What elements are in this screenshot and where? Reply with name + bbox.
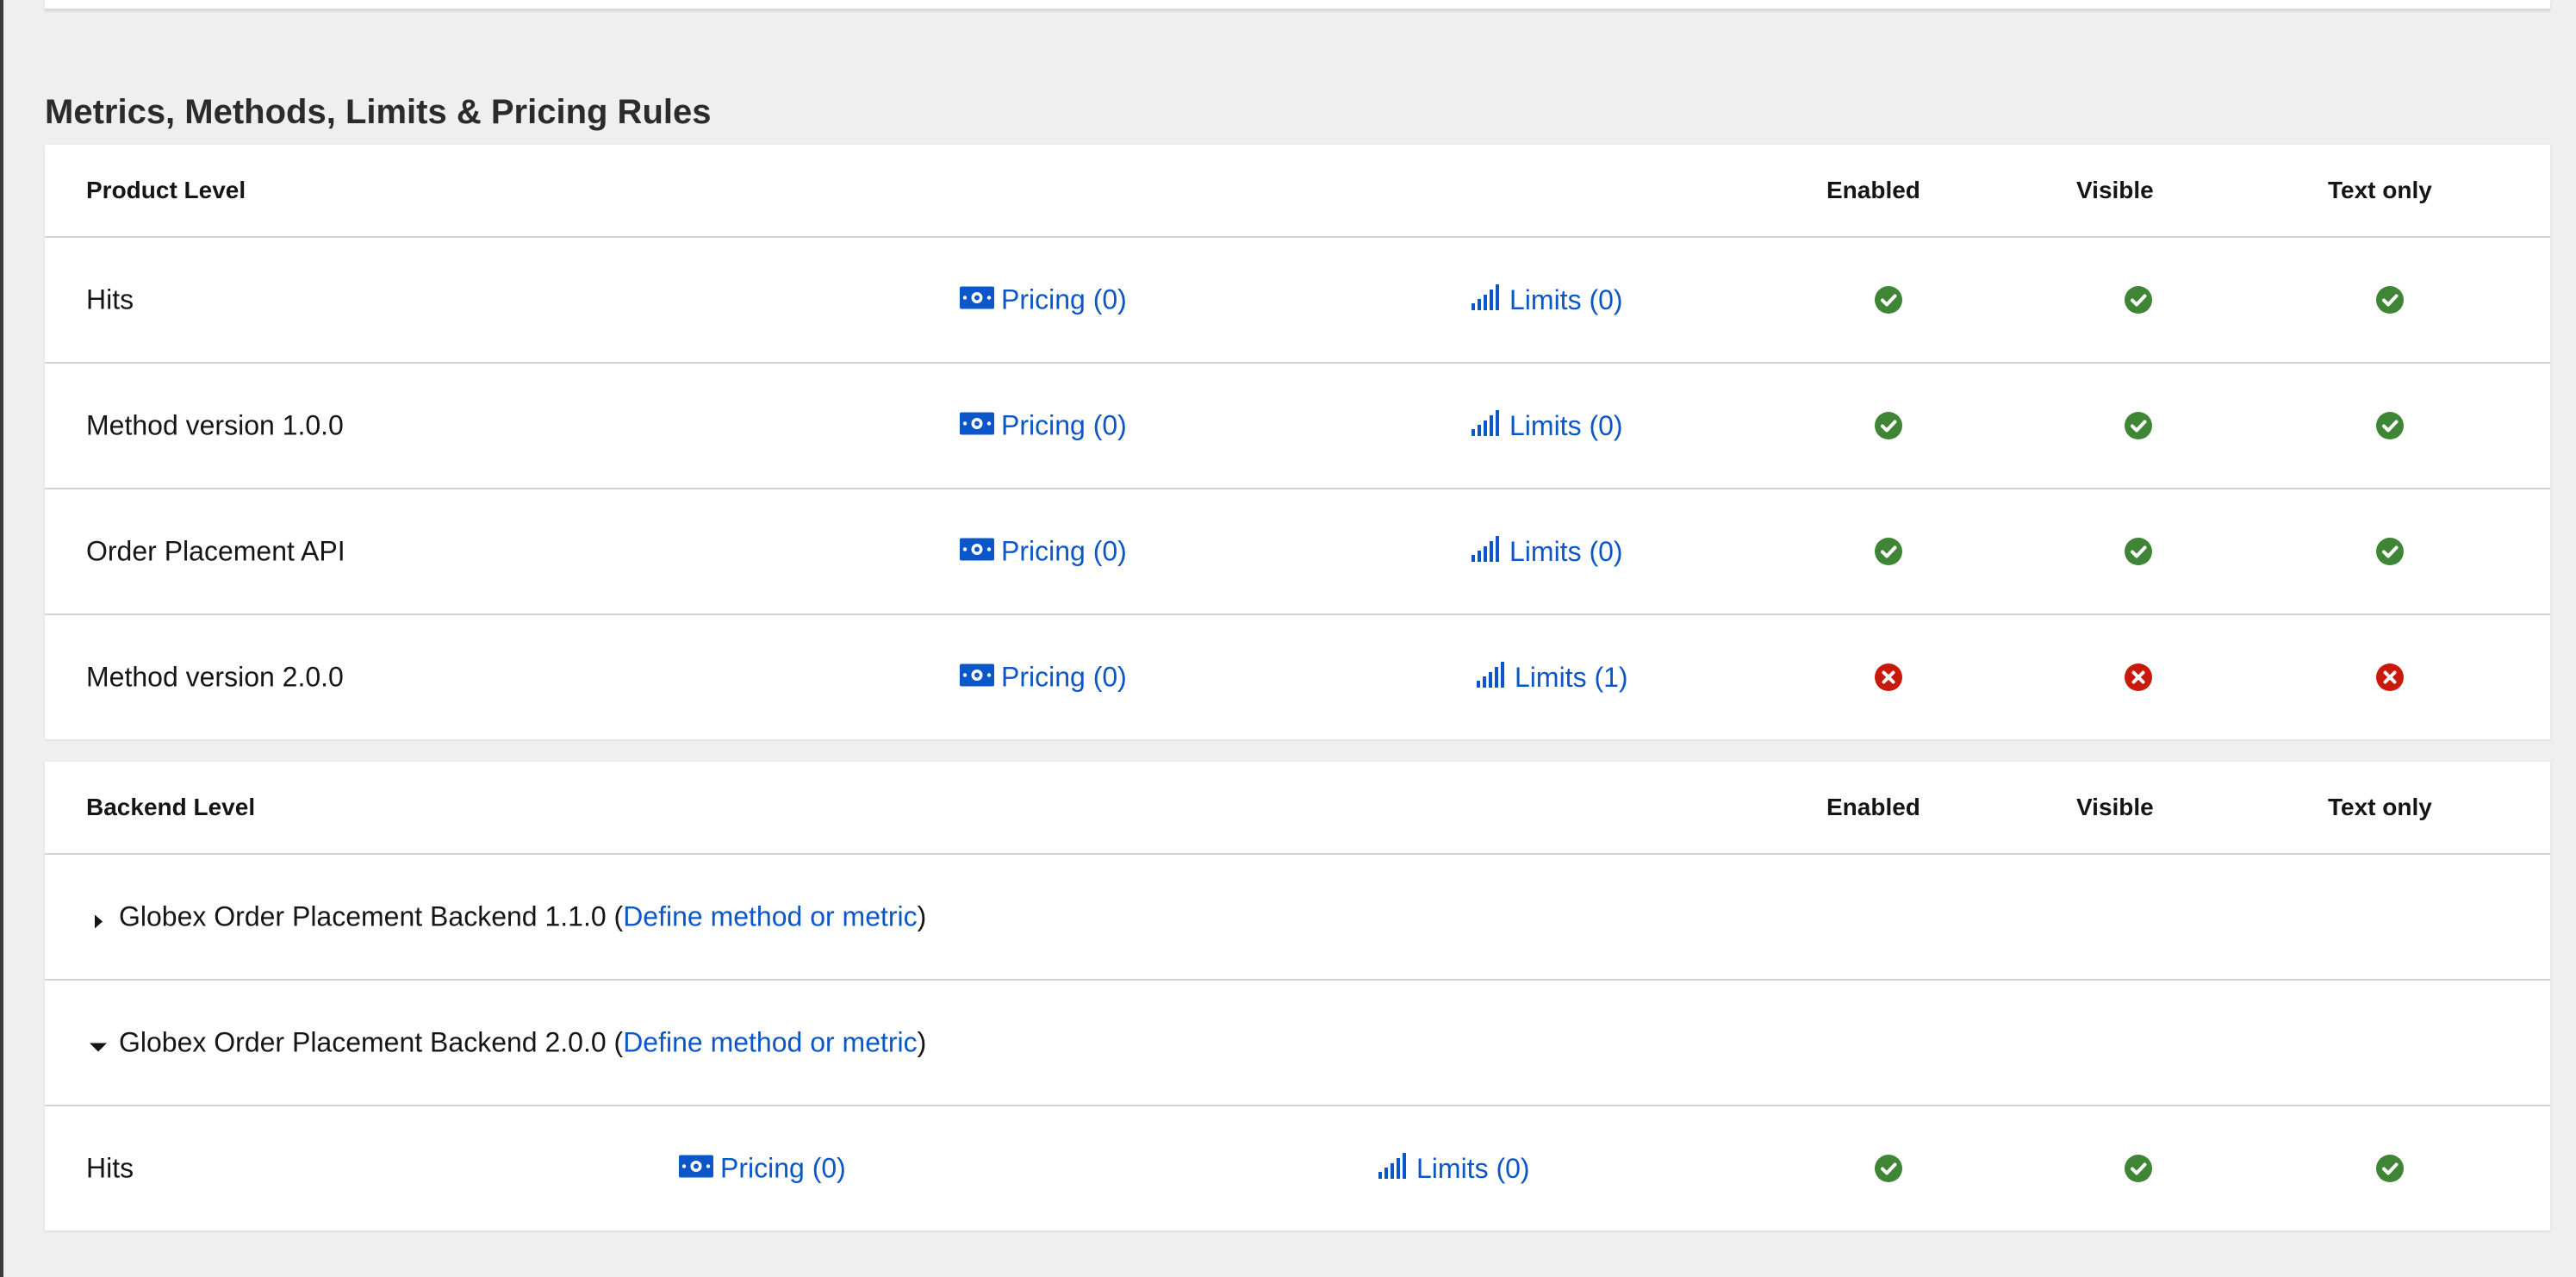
limits-label: Limits (0) bbox=[1509, 535, 1623, 567]
backend-name: Globex Order Placement Backend 1.1.0 bbox=[119, 900, 607, 932]
visible-column-header: Visible bbox=[2076, 177, 2154, 203]
check-circle-icon bbox=[2376, 286, 2404, 314]
check-circle-icon bbox=[2125, 412, 2152, 439]
method-name: Method version 2.0.0 bbox=[86, 661, 344, 693]
limits-link[interactable]: Limits (0) bbox=[1472, 283, 1623, 317]
check-circle-icon bbox=[1875, 286, 1902, 314]
limits-link[interactable]: Limits (0) bbox=[1472, 534, 1623, 569]
money-bill-icon bbox=[679, 1153, 713, 1185]
times-circle-icon bbox=[1875, 663, 1902, 691]
check-circle-icon bbox=[2125, 538, 2152, 565]
check-circle-icon bbox=[2125, 286, 2152, 314]
metric-name: Hits bbox=[86, 1152, 134, 1184]
limits-label: Limits (1) bbox=[1515, 661, 1628, 693]
text-only-column-header: Text only bbox=[2328, 794, 2432, 820]
backend-group-row: Globex Order Placement Backend 1.1.0 (De… bbox=[45, 855, 2550, 981]
text-only-column-header: Text only bbox=[2328, 177, 2432, 203]
check-circle-icon bbox=[2376, 538, 2404, 565]
limits-label: Limits (0) bbox=[1416, 1152, 1530, 1184]
pricing-label: Pricing (0) bbox=[1001, 535, 1127, 567]
method-name: Order Placement API bbox=[86, 535, 345, 567]
money-bill-icon bbox=[960, 410, 994, 442]
check-circle-icon bbox=[2125, 1155, 2152, 1182]
table-row: Hits Pricing (0) Limits (0) bbox=[45, 1106, 2550, 1230]
table-row: Hits Pricing (0) Limits (0) bbox=[45, 238, 2550, 364]
pricing-label: Pricing (0) bbox=[720, 1152, 846, 1184]
limits-link[interactable]: Limits (1) bbox=[1477, 660, 1628, 695]
window-left-edge bbox=[0, 0, 3, 1277]
caret-right-icon[interactable] bbox=[88, 906, 109, 928]
previous-card-bottom bbox=[45, 0, 2550, 9]
close-paren: ) bbox=[917, 900, 927, 932]
backend-name: Globex Order Placement Backend 2.0.0 bbox=[119, 1026, 607, 1058]
money-bill-icon bbox=[960, 536, 994, 568]
caret-down-icon[interactable] bbox=[88, 1032, 109, 1053]
pricing-label: Pricing (0) bbox=[1001, 409, 1127, 441]
money-bill-icon bbox=[960, 284, 994, 316]
signal-bars-icon bbox=[1378, 1151, 1409, 1186]
limits-link[interactable]: Limits (0) bbox=[1472, 408, 1623, 443]
signal-bars-icon bbox=[1472, 283, 1503, 317]
define-method-or-metric-link[interactable]: Define method or metric bbox=[623, 901, 917, 932]
table-row: Method version 2.0.0 Pricing (0) Limits … bbox=[45, 615, 2550, 739]
pricing-label: Pricing (0) bbox=[1001, 283, 1127, 315]
backend-group: Globex Order Placement Backend 1.1.0 (De… bbox=[88, 901, 926, 933]
signal-bars-icon bbox=[1477, 660, 1508, 695]
check-circle-icon bbox=[1875, 538, 1902, 565]
limits-link[interactable]: Limits (0) bbox=[1378, 1151, 1530, 1186]
pricing-link[interactable]: Pricing (0) bbox=[960, 410, 1127, 442]
limits-label: Limits (0) bbox=[1509, 409, 1623, 441]
pricing-label: Pricing (0) bbox=[1001, 661, 1127, 693]
check-circle-icon bbox=[2376, 412, 2404, 439]
close-paren: ) bbox=[917, 1026, 927, 1058]
times-circle-icon bbox=[2125, 663, 2152, 691]
visible-column-header: Visible bbox=[2076, 794, 2154, 820]
pricing-link[interactable]: Pricing (0) bbox=[679, 1153, 846, 1185]
backend-group: Globex Order Placement Backend 2.0.0 (De… bbox=[88, 1027, 926, 1059]
pricing-link[interactable]: Pricing (0) bbox=[960, 536, 1127, 568]
open-paren: ( bbox=[613, 900, 624, 932]
open-paren: ( bbox=[613, 1026, 624, 1058]
define-method-or-metric-link[interactable]: Define method or metric bbox=[623, 1027, 917, 1058]
check-circle-icon bbox=[2376, 1155, 2404, 1182]
pricing-link[interactable]: Pricing (0) bbox=[960, 662, 1127, 694]
times-circle-icon bbox=[2376, 663, 2404, 691]
product-level-table: Product Level Enabled Visible Text only … bbox=[45, 145, 2550, 739]
signal-bars-icon bbox=[1472, 534, 1503, 569]
method-name: Method version 1.0.0 bbox=[86, 409, 344, 441]
money-bill-icon bbox=[960, 662, 994, 694]
pricing-link[interactable]: Pricing (0) bbox=[960, 284, 1127, 316]
enabled-column-header: Enabled bbox=[1826, 794, 1920, 820]
product-level-heading: Product Level bbox=[86, 177, 246, 203]
table-row: Method version 1.0.0 Pricing (0) Limits … bbox=[45, 364, 2550, 489]
section-title: Metrics, Methods, Limits & Pricing Rules bbox=[45, 93, 712, 131]
signal-bars-icon bbox=[1472, 408, 1503, 443]
backend-level-heading: Backend Level bbox=[86, 794, 256, 820]
backend-table-header: Backend Level Enabled Visible Text only bbox=[45, 762, 2550, 855]
limits-label: Limits (0) bbox=[1509, 283, 1623, 315]
check-circle-icon bbox=[1875, 1155, 1902, 1182]
backend-group-row: Globex Order Placement Backend 2.0.0 (De… bbox=[45, 981, 2550, 1106]
check-circle-icon bbox=[1875, 412, 1902, 439]
metric-name: Hits bbox=[86, 283, 134, 315]
product-table-header: Product Level Enabled Visible Text only bbox=[45, 145, 2550, 238]
enabled-column-header: Enabled bbox=[1826, 177, 1920, 203]
table-row: Order Placement API Pricing (0) Limits (… bbox=[45, 489, 2550, 615]
backend-level-table: Backend Level Enabled Visible Text only … bbox=[45, 762, 2550, 1230]
